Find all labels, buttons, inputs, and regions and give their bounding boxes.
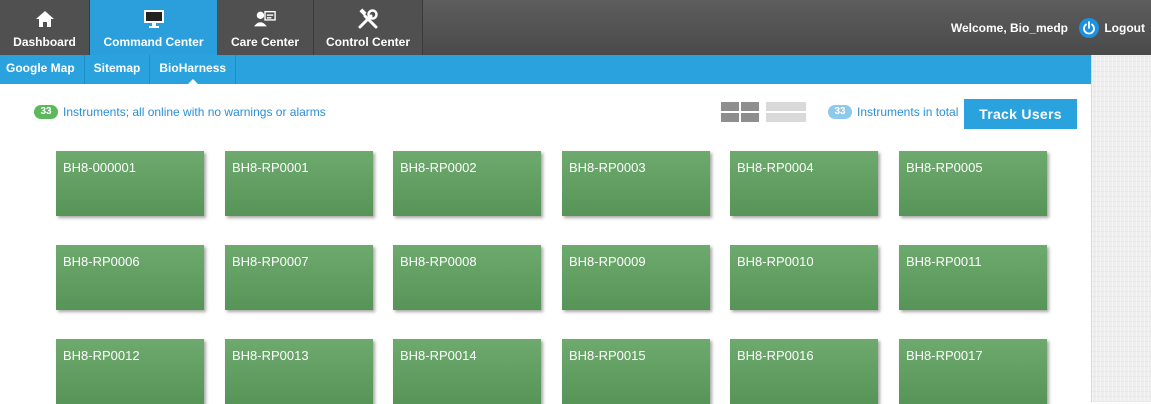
instrument-tile[interactable]: BH8-RP0013	[225, 339, 373, 404]
instrument-id: BH8-RP0008	[400, 254, 477, 269]
welcome-text: Welcome, Bio_medp	[950, 21, 1068, 35]
instrument-tile[interactable]: BH8-RP0008	[393, 245, 541, 310]
instrument-tile[interactable]: BH8-RP0009	[562, 245, 710, 310]
user-card-icon	[254, 8, 276, 30]
instrument-id: BH8-RP0003	[569, 160, 646, 175]
nav-control-center-label: Control Center	[326, 35, 410, 49]
instrument-id: BH8-RP0006	[63, 254, 140, 269]
instrument-tile[interactable]: BH8-RP0011	[899, 245, 1047, 310]
online-count-badge: 33	[34, 105, 58, 119]
grid-cell	[741, 102, 759, 111]
sub-nav: Google Map Sitemap BioHarness	[0, 55, 1091, 84]
nav-care-center[interactable]: Care Center	[217, 0, 314, 55]
instrument-tile[interactable]: BH8-RP0012	[56, 339, 204, 404]
sub-navigation-bar: Google Map Sitemap BioHarness	[0, 55, 1091, 84]
grid-cell	[721, 113, 739, 122]
instrument-id: BH8-RP0009	[569, 254, 646, 269]
logout-button[interactable]: Logout	[1079, 18, 1145, 38]
instrument-status: 33 Instruments; all online with no warni…	[34, 105, 326, 119]
instrument-tile[interactable]: BH8-000001	[56, 151, 204, 216]
instrument-id: BH8-RP0017	[906, 348, 983, 363]
nav-dashboard-label: Dashboard	[13, 35, 76, 49]
total-label: Instruments in total	[857, 105, 959, 119]
track-users-button[interactable]: Track Users	[964, 99, 1077, 129]
instrument-tile[interactable]: BH8-RP0004	[730, 151, 878, 216]
instrument-tile[interactable]: BH8-RP0003	[562, 151, 710, 216]
list-row	[766, 113, 806, 122]
instrument-id: BH8-RP0004	[737, 160, 814, 175]
instrument-id: BH8-RP0011	[906, 254, 982, 269]
instrument-tile[interactable]: BH8-RP0006	[56, 245, 204, 310]
instrument-id: BH8-RP0012	[63, 348, 140, 363]
instrument-id: BH8-RP0014	[400, 348, 477, 363]
instrument-tile[interactable]: BH8-RP0017	[899, 339, 1047, 404]
instrument-id: BH8-RP0007	[232, 254, 309, 269]
instrument-id: BH8-RP0002	[400, 160, 477, 175]
grid-cell	[741, 113, 759, 122]
status-message: Instruments; all online with no warnings…	[63, 105, 326, 119]
instrument-id: BH8-RP0015	[569, 348, 646, 363]
list-view-toggle[interactable]	[766, 102, 806, 122]
instrument-tile[interactable]: BH8-RP0016	[730, 339, 878, 404]
grid-cell	[721, 102, 739, 111]
instrument-id: BH8-RP0010	[737, 254, 814, 269]
power-icon	[1079, 18, 1100, 38]
top-navigation-bar: Dashboard Command Center Care Center Con…	[0, 0, 1151, 55]
right-side-panel	[1091, 55, 1151, 402]
tab-sitemap[interactable]: Sitemap	[85, 55, 151, 84]
tab-google-map[interactable]: Google Map	[0, 55, 85, 84]
nav-control-center[interactable]: Control Center	[314, 0, 423, 55]
instrument-id: BH8-RP0001	[232, 160, 309, 175]
instrument-tile[interactable]: BH8-RP0002	[393, 151, 541, 216]
nav-dashboard[interactable]: Dashboard	[0, 0, 90, 55]
main-nav: Dashboard Command Center Care Center Con…	[0, 0, 423, 55]
tab-bioharness[interactable]: BioHarness	[150, 55, 237, 84]
tools-icon	[357, 8, 379, 30]
nav-care-center-label: Care Center	[230, 35, 300, 49]
instrument-total: 33 Instruments in total	[828, 105, 958, 119]
nav-command-center[interactable]: Command Center	[90, 0, 217, 55]
instrument-tile[interactable]: BH8-RP0010	[730, 245, 878, 310]
instrument-tile[interactable]: BH8-RP0005	[899, 151, 1047, 216]
home-icon	[34, 8, 56, 30]
instrument-tile[interactable]: BH8-RP0007	[225, 245, 373, 310]
logout-label: Logout	[1104, 21, 1145, 35]
total-count-badge: 33	[828, 105, 852, 119]
list-row	[766, 102, 806, 111]
grid-view-toggle[interactable]	[721, 102, 759, 122]
instrument-id: BH8-RP0016	[737, 348, 814, 363]
monitor-icon	[143, 8, 165, 30]
instrument-tile[interactable]: BH8-RP0001	[225, 151, 373, 216]
instrument-id: BH8-RP0013	[232, 348, 309, 363]
instrument-id: BH8-000001	[63, 160, 136, 175]
instrument-id: BH8-RP0005	[906, 160, 983, 175]
instrument-tile[interactable]: BH8-RP0015	[562, 339, 710, 404]
instrument-tile[interactable]: BH8-RP0014	[393, 339, 541, 404]
nav-command-center-label: Command Center	[103, 35, 204, 49]
